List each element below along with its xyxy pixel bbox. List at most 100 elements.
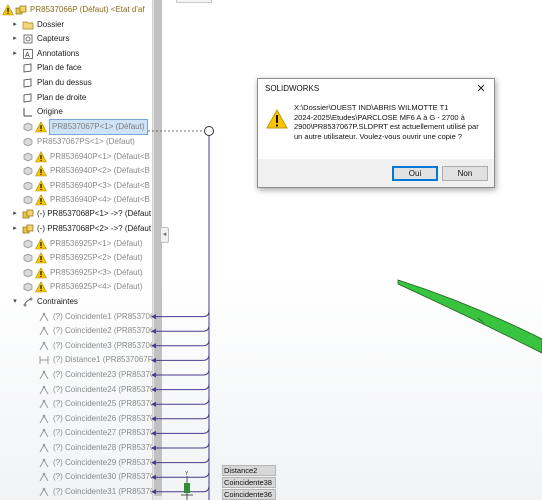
tree-item-subassembly[interactable]: ▸ (-) PR8537068P<2> ->? (Défaut <box>0 222 152 236</box>
tree-item-subassembly[interactable]: ▸ (-) PR8537068P<1> ->? (Défaut <box>0 207 152 221</box>
tree-root-assembly[interactable]: PR8537066P (Défaut) <Etat d'af <box>0 3 152 17</box>
part-icon <box>23 195 33 205</box>
tree-item-mate[interactable]: (?) Coincidente2 (PR853706 <box>0 324 152 338</box>
tree-item-component[interactable]: PR8536940P<1> (Défaut<B <box>0 150 152 164</box>
axis-label: Y <box>185 471 189 477</box>
mate-icon <box>39 341 49 351</box>
expand-arrow-icon[interactable]: ▸ <box>11 222 19 236</box>
tree-item-mate[interactable]: (?) Coincidente26 (PR85370 <box>0 412 152 426</box>
tree-item-mates-folder[interactable]: ▾ Contraintes <box>0 295 152 309</box>
tree-item-origin[interactable]: Origine <box>0 105 152 119</box>
warning-icon <box>35 120 47 133</box>
dialog-message-line: 2900\PR8537067P.SLDPRT est actuellement … <box>294 122 479 132</box>
tree-item-label: (?) Coincidente27 (PR85370 <box>53 428 152 438</box>
tree-item-mate[interactable]: (?) Coincidente27 (PR85370 <box>0 426 152 440</box>
tree-item-folder[interactable]: ▸ Capteurs <box>0 32 152 46</box>
graphics-mark <box>154 368 210 376</box>
warning-icon <box>2 4 14 16</box>
tree-item-component[interactable]: PR8536925P<2> (Défaut) <box>0 251 152 265</box>
tree-item-component[interactable]: PR8536940P<2> (Défaut<B <box>0 164 152 178</box>
tree-item-folder[interactable]: ▸ Dossier <box>0 18 152 32</box>
mate-tag-coincidente36[interactable]: Coincidente36 <box>222 489 276 500</box>
expand-arrow-icon[interactable]: ▸ <box>11 32 19 46</box>
panel-collapse-handle[interactable]: ◂ <box>160 227 169 243</box>
tree-item-plane[interactable]: Plan de face <box>0 61 152 75</box>
dialog-title: SOLIDWORKS <box>265 84 320 93</box>
tree-item-component[interactable]: PR8536925P<4> (Défaut) <box>0 280 152 294</box>
tree-item-label: (?) Coincidente24 (PR85370 <box>53 384 152 394</box>
tree-item-component[interactable]: PR8537067PS<1> (Défaut) <box>0 135 152 149</box>
tree-item-mate[interactable]: (?) Coincidente29 (PR85370 <box>0 456 152 470</box>
tree-item-component[interactable]: PR8537067P<1> (Défaut) <box>0 118 152 135</box>
close-icon[interactable]: ✕ <box>474 82 488 96</box>
part-icon <box>23 181 33 191</box>
dialog-titlebar[interactable]: SOLIDWORKS ✕ <box>258 79 494 99</box>
tree-scroll-thumb[interactable] <box>154 0 162 496</box>
tree-item-label: Capteurs <box>37 34 70 44</box>
warning-icon <box>35 150 47 162</box>
warning-icon <box>35 194 47 206</box>
mate-icon <box>39 414 49 424</box>
graphics-mark <box>154 471 210 478</box>
expand-arrow-icon[interactable]: ▾ <box>11 295 19 309</box>
mate-icon <box>39 399 49 409</box>
part-icon <box>23 137 33 147</box>
tree-scrollbar[interactable] <box>152 0 162 500</box>
graphics-mark <box>154 427 210 434</box>
part-icon <box>23 166 33 176</box>
feature-manager-tree: PR8537066P (Défaut) <Etat d'af ▸ Dossier ▸ C… <box>0 0 152 500</box>
subasm-icon <box>22 210 34 219</box>
tree-item-component[interactable]: PR8536940P<3> (Défaut<B <box>0 179 152 193</box>
tree-item-mate[interactable]: (?) Coincidente28 (PR85370 <box>0 441 152 455</box>
tree-item-label: Origine <box>37 107 63 117</box>
tree-item-mate[interactable]: (?) Coincidente3 (PR853706 <box>0 339 152 353</box>
tree-item-label: PR8536925P<2> (Défaut) <box>50 253 143 263</box>
dialog-message-line: un autre utilisateur. Voulez-vous ouvrir… <box>294 131 463 141</box>
expand-arrow-icon[interactable]: ▸ <box>11 207 19 221</box>
dialog-body: X:\Dossier\OUEST IND\ABRIS WILMOTTE T1 2… <box>258 99 494 159</box>
dialog-message-line: X:\Dossier\OUEST IND\ABRIS WILMOTTE T1 <box>294 103 449 112</box>
no-button[interactable]: Non <box>442 166 488 181</box>
graphics-mark <box>184 483 190 493</box>
tree-item-label: (?) Coincidente31 (PR85370 <box>53 486 152 496</box>
tree-item-label: PR8537067PS<1> (Défaut) <box>37 136 135 146</box>
tree-item-mate[interactable]: (?) Coincidente31 (PR85370 <box>0 485 152 499</box>
tree-item-label: PR8536925P<4> (Défaut) <box>50 282 143 292</box>
part-icon <box>23 122 33 132</box>
part-icon <box>23 268 33 278</box>
tree-item-mate[interactable]: (?) Coincidente1 (PR853706 <box>0 310 152 324</box>
tree-item-label: (?) Coincidente28 (PR85370 <box>53 443 152 452</box>
tree-item-plane[interactable]: Plan de droite <box>0 91 152 105</box>
distance-icon <box>39 356 49 365</box>
origin-icon <box>23 108 32 117</box>
mate-tag-coincidente38[interactable]: Coincidente38 <box>222 477 276 488</box>
graphics-mark <box>154 339 210 347</box>
tree-item-label: PR8536925P<1> (Défaut) <box>50 238 143 248</box>
tree-item-label: PR8536940P<4> (Défaut<B <box>50 195 150 205</box>
graphics-mark <box>154 398 210 405</box>
tree-item-mate[interactable]: (?) Coincidente25 (PR85370 <box>0 397 152 411</box>
tree-item-component[interactable]: PR8536925P<1> (Défaut) <box>0 237 152 251</box>
subasm-icon <box>22 224 34 234</box>
viewport-tab[interactable] <box>176 0 212 3</box>
tree-item-component[interactable]: PR8536925P<3> (Défaut) <box>0 266 152 280</box>
tree-item-mate[interactable]: (?) Coincidente24 (PR85370 <box>0 383 152 397</box>
tree-item-label: Annotations <box>37 48 80 58</box>
tree-item-folder[interactable]: ▸ A Annotations <box>0 47 152 61</box>
expand-arrow-icon[interactable]: ▸ <box>11 18 19 32</box>
tree-item-component[interactable]: PR8536940P<4> (Défaut<B <box>0 193 152 207</box>
yes-button[interactable]: Oui <box>392 166 438 181</box>
tree-item-label: (?) Coincidente29 (PR85370 <box>53 457 152 467</box>
expand-arrow-icon[interactable]: ▸ <box>11 47 19 61</box>
tree-item-label: (-) PR8537068P<2> ->? (Défaut <box>37 224 152 233</box>
tree-item-mate[interactable]: (?) Distance1 (PR8537067PS <box>0 353 152 367</box>
graphics-mark <box>154 485 210 493</box>
tree-item-label: Plan de face <box>37 63 82 73</box>
tree-item-plane[interactable]: Plan du dessus <box>0 76 152 90</box>
mate-tag-distance2[interactable]: Distance2 <box>222 465 276 476</box>
graphics-mark <box>154 441 210 449</box>
warning-icon <box>35 281 47 293</box>
tree-item-mate[interactable]: (?) Coincidente30 (PR85370 <box>0 470 152 484</box>
tree-item-mate[interactable]: (?) Coincidente23 (PR85370 <box>0 368 152 382</box>
tree-item-label: (?) Coincidente23 (PR85370 <box>53 370 152 379</box>
